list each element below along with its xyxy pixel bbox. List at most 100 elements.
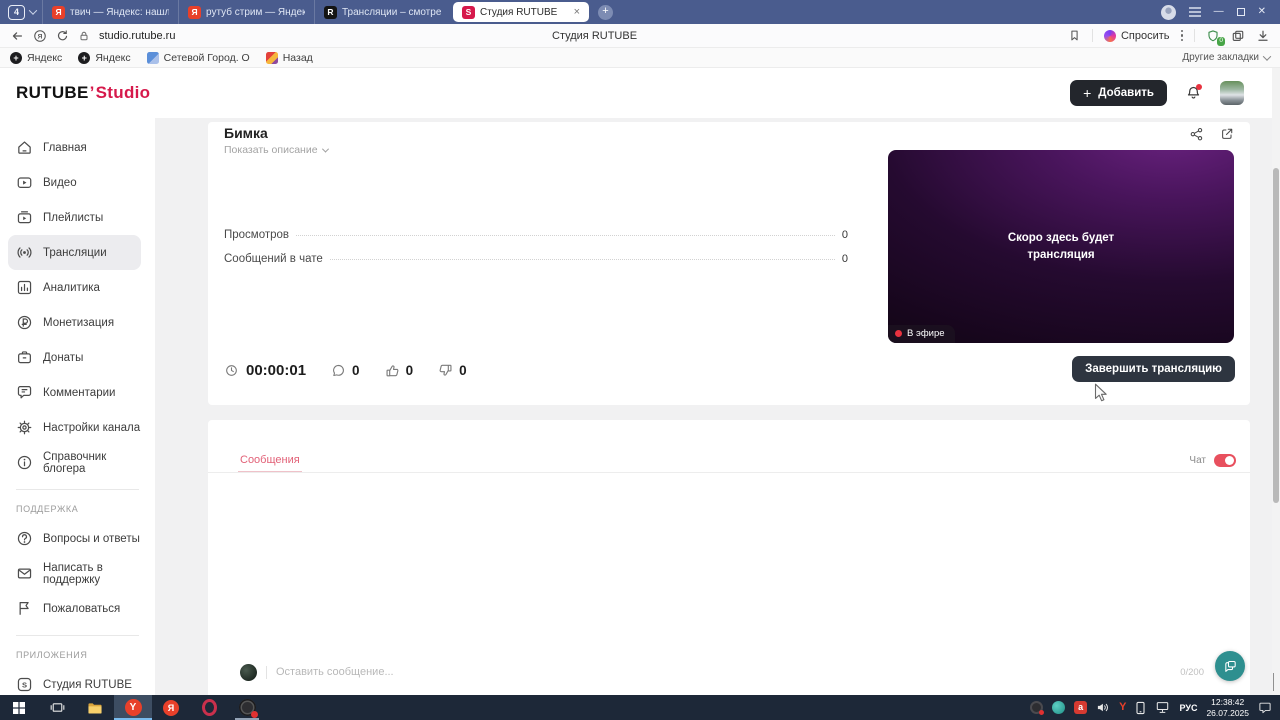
comments-icon [17,386,32,399]
task-view-button[interactable] [38,695,76,720]
phone-link-icon[interactable] [1135,701,1146,715]
studio-app-icon: S [17,677,32,692]
end-stream-button[interactable]: Завершить трансляцию [1072,356,1235,382]
likes-count[interactable]: 0 [385,363,413,378]
ask-alice-button[interactable]: Спросить [1103,29,1170,42]
tab-title: рутуб стрим — Яндекс: н [206,6,305,18]
bookmark-label: Назад [282,51,313,64]
channel-avatar[interactable] [1220,81,1244,105]
downloads-icon[interactable] [1256,29,1270,43]
share-icon[interactable] [1189,127,1203,141]
bookmark-label: Яндекс [95,51,131,64]
sidebar-item-studio-app[interactable]: S Студия RUTUBE [0,667,155,695]
sidebar-item-donations[interactable]: Донаты [0,340,155,375]
browser-tab-1[interactable]: Я твич — Яндекс: нашлось [42,0,178,24]
bookmark-nazad[interactable]: Назад [265,51,313,64]
broadcast-icon [17,247,32,258]
stream-preview[interactable]: Скоро здесь будет трансляция В эфире [888,150,1234,343]
yandex-bookmark-icon: + [78,51,91,64]
info-icon [17,455,32,470]
analytics-icon [17,280,32,295]
protect-shield-icon[interactable]: 0 [1206,29,1225,46]
external-link-icon[interactable] [1220,127,1234,141]
browser-tabstrip: 4 Я твич — Яндекс: нашлось Я рутуб стрим… [0,0,1280,24]
start-button[interactable] [0,695,38,720]
anydesk-tray-icon[interactable]: a [1074,701,1088,714]
sidebar-item-monetization[interactable]: Монетизация [0,305,155,340]
sidebar-item-label: Трансляции [43,246,107,259]
chat-input-row: 0/200 [240,661,1204,683]
sidebar-item-channel-settings[interactable]: Настройки канала [0,410,155,445]
other-bookmarks-button[interactable]: Другие закладки [1182,51,1272,63]
browser-profile-avatar[interactable] [1160,4,1176,20]
sidebar-item-comments[interactable]: Комментарии [0,375,155,410]
studio-header: RUTUBE’ Studio + Добавить [0,68,1272,118]
sidebar-item-blogger-guide[interactable]: Справочник блогера [0,445,155,480]
bookmark-yandex-2[interactable]: + Яндекс [78,51,131,64]
scrollbar-thumb[interactable] [1273,168,1279,503]
notifications-bell-icon[interactable] [1185,83,1202,102]
file-explorer-button[interactable] [76,695,114,720]
yandex-home-icon[interactable]: Я [33,29,47,43]
action-center-icon[interactable] [1258,701,1272,714]
back-icon[interactable] [10,29,24,43]
stream-preview-text: Скоро здесь будет трансляция [1007,231,1115,261]
bookmark-netcity[interactable]: Сетевой Город. О [146,51,250,64]
browser-tab-3[interactable]: R Трансляции – смотреть в [314,0,450,24]
sidebar-item-playlists[interactable]: Плейлисты [0,200,155,235]
stream-meta-row: 00:00:01 0 0 0 [224,362,467,379]
show-description-link[interactable]: Показать описание [224,144,329,156]
tab-counter-button[interactable]: 4 [8,4,25,20]
dislikes-count[interactable]: 0 [438,363,467,378]
rutube-studio-logo[interactable]: RUTUBE’ Studio [16,83,150,103]
divider [1194,29,1195,42]
yandex-tray-icon[interactable]: Y [1119,702,1126,713]
chat-user-avatar [240,663,257,681]
new-tab-button[interactable]: + [598,4,613,20]
restore-button[interactable] [1236,8,1245,16]
collections-icon[interactable] [1231,29,1245,43]
chat-message-input[interactable] [276,666,1172,678]
network-icon[interactable] [1155,701,1170,714]
add-button[interactable]: + Добавить [1070,80,1167,106]
close-button[interactable]: ✕ [1258,7,1266,17]
taskbar-opera[interactable] [190,695,228,720]
scrollbar-down-arrow[interactable] [1273,673,1274,691]
chat-toggle-switch[interactable] [1214,454,1236,467]
tab-list-chevron-button[interactable] [28,6,38,15]
tab-close-icon[interactable]: × [574,6,580,18]
language-indicator[interactable]: РУС [1179,703,1197,713]
sidebar-item-broadcasts[interactable]: Трансляции [8,235,141,270]
bookmark-label: Сетевой Город. О [163,51,250,64]
taskbar-yandex-app[interactable]: Я [152,695,190,720]
bookmark-yandex-1[interactable]: + Яндекс [10,51,62,64]
minimize-button[interactable]: — [1214,7,1224,17]
volume-icon[interactable] [1096,701,1110,714]
sidebar-item-faq[interactable]: Вопросы и ответы [0,521,155,556]
address-url[interactable]: studio.rutube.ru [99,30,175,42]
bookmark-icon[interactable] [1068,29,1081,42]
sidebar-item-report[interactable]: Пожаловаться [0,591,155,626]
messenger-tray-icon[interactable] [1052,701,1066,714]
sidebar-item-home[interactable]: Главная [0,130,155,165]
sidebar-item-video[interactable]: Видео [0,165,155,200]
sidebar-item-analytics[interactable]: Аналитика [0,270,155,305]
browser-tab-active[interactable]: S Студия RUTUBE × [453,2,589,22]
refresh-icon[interactable] [56,29,69,42]
obs-tray-icon[interactable] [1030,701,1045,715]
taskbar-yandex-browser[interactable]: Y [114,695,152,720]
taskbar-clock[interactable]: 12:38:42 26.07.2025 [1206,697,1249,717]
popout-chat-button[interactable] [1215,651,1245,681]
browser-tab-2[interactable]: Я рутуб стрим — Яндекс: н [178,0,314,24]
toolbar-more-icon[interactable] [1180,29,1183,42]
browser-menu-icon[interactable] [1188,7,1201,17]
taskbar-obs[interactable] [228,695,266,720]
page-scrollbar[interactable] [1272,68,1280,695]
sidebar-item-label: Донаты [43,351,84,364]
lock-icon [80,31,88,40]
tab-messages[interactable]: Сообщения [238,454,302,473]
sidebar-item-write-support[interactable]: Написать в поддержку [0,556,155,591]
opera-icon [201,699,217,716]
dislikes-count-value: 0 [459,363,467,378]
notification-dot [1196,83,1202,90]
